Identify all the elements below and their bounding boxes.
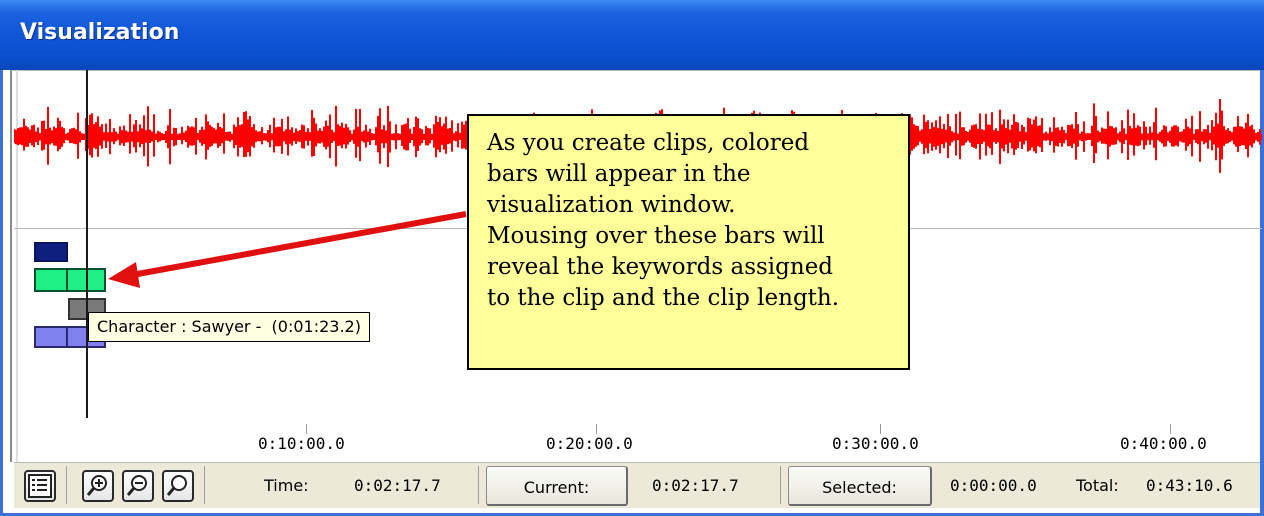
selected-button[interactable]: Selected: [788,466,932,506]
zoom-in-button[interactable] [82,470,114,502]
zoom-button[interactable] [162,470,194,502]
selected-value: 0:00:00.0 [950,476,1037,495]
timeline-tick [1170,424,1171,434]
clip-bar-navy[interactable] [34,242,68,262]
current-value: 0:02:17.7 [652,476,739,495]
statusbar-separator [780,466,781,504]
timeline-tick-label: 0:40:00.0 [1120,434,1207,453]
time-label: Time: [264,476,309,495]
statusbar-separator [478,466,479,504]
timeline-tick-label: 0:20:00.0 [546,434,633,453]
clip-tooltip: Character : Sawyer - (0:01:23.2) [88,312,370,342]
total-value: 0:43:10.6 [1146,476,1233,495]
callout-line: Mousing over these bars will [487,223,825,249]
clip-bar-green[interactable] [34,268,68,292]
list-icon [28,474,52,498]
title-bar: Visualization [0,0,1264,70]
timeline-tick-label: 0:30:00.0 [832,434,919,453]
timeline-tick [880,424,881,434]
callout-line: bars will appear in the [487,161,751,187]
annotation-callout: As you create clips, colored bars will a… [467,114,910,370]
callout-line: to the clip and the clip length. [487,285,840,311]
status-bar [14,462,1260,508]
callout-line: reveal the keywords assigned [487,254,834,280]
statusbar-separator [204,466,205,504]
callout-line: visualization window. [487,192,736,218]
time-value: 0:02:17.7 [354,476,441,495]
list-view-button[interactable] [24,470,56,502]
total-label: Total: [1076,476,1119,495]
timeline-tick [306,424,307,434]
current-button[interactable]: Current: [486,466,628,506]
timeline-tick-label: 0:10:00.0 [258,434,345,453]
callout-line: As you create clips, colored [487,130,810,156]
playhead-cursor[interactable] [86,70,88,418]
zoom-in-icon [86,475,107,496]
window-title: Visualization [20,20,180,45]
timeline-tick [596,424,597,434]
zoom-icon [166,475,187,496]
zoom-out-button[interactable] [122,470,154,502]
clip-bar-purple[interactable] [34,326,68,348]
statusbar-separator [66,466,67,504]
zoom-out-icon [126,475,147,496]
